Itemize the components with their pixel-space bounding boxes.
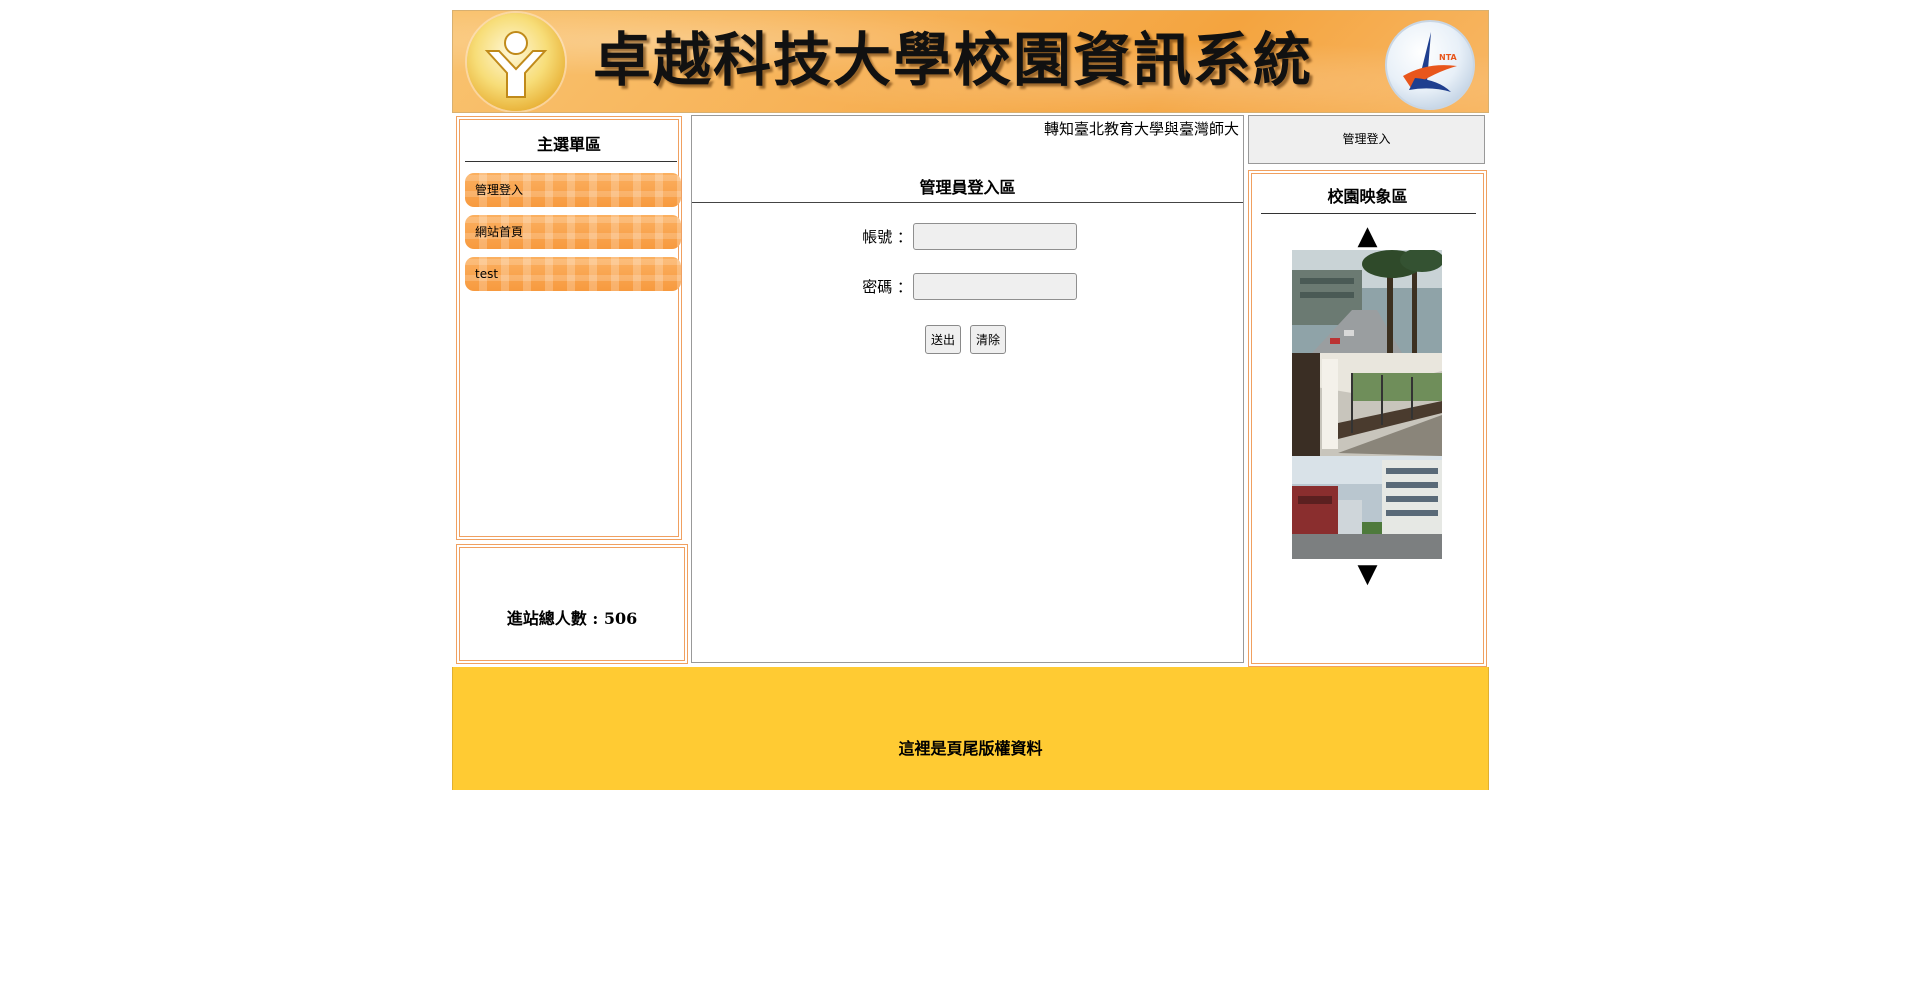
submit-button[interactable]: 送出 [925,325,962,354]
campus-gallery-title: 校園映象區 [1327,187,1408,206]
school-emblem-glyph [484,31,548,98]
content-area: 轉知臺北教育大學與臺灣師大 管理員登入區 帳號 ： 密碼 ： 送出 清除 [691,115,1244,663]
campus-gallery-panel: 校園映象區 ▲ ▼ [1248,170,1487,667]
scroll-down-arrow-icon[interactable]: ▼ [1249,561,1486,587]
admin-login-button[interactable]: 管理登入 [1248,115,1485,164]
clear-button[interactable]: 清除 [970,325,1007,354]
footer-copyright-text: 這裡是頁尾版權資料 [898,739,1043,758]
login-section-divider [692,202,1243,203]
menu-item-home[interactable]: 網站首頁 [465,215,681,249]
campus-road-photo [1292,250,1442,353]
main-menu-panel: 主選單區 管理登入 網站首頁 test [456,116,682,540]
main-menu-divider [465,161,677,162]
site-title: 卓越科技大學校園資訊系統 [593,26,1314,94]
corridor-photo [1292,353,1442,456]
scroll-up-arrow-icon[interactable]: ▲ [1249,223,1486,249]
campus-building-photo [1292,456,1442,559]
visitor-count-text: 進站總人數 : 506 [506,609,638,628]
footer: 這裡是頁尾版權資料 [452,667,1489,790]
campus-gallery-divider [1261,213,1476,214]
menu-item-admin-login[interactable]: 管理登入 [465,173,681,207]
login-section-title: 管理員登入區 [919,178,1016,197]
partner-emblem-icon: NTA [1385,20,1475,110]
account-label: 帳號 ： [862,228,912,246]
password-label: 密碼 ： [862,278,912,296]
visitor-count-inner-frame [459,547,685,661]
news-marquee[interactable]: 轉知臺北教育大學與臺灣師大 [1044,118,1239,139]
page-container: 卓越科技大學校園資訊系統 NTA 主選單區 管理登入 網站首頁 test 進站總… [452,10,1489,790]
menu-item-test[interactable]: test [465,257,681,291]
main-menu-title: 主選單區 [536,135,601,154]
account-input[interactable] [913,223,1077,250]
header-banner: 卓越科技大學校園資訊系統 NTA [452,10,1489,113]
password-input[interactable] [913,273,1077,300]
visitor-count-panel: 進站總人數 : 506 [456,544,688,664]
partner-emblem-glyph: NTA [1403,32,1458,92]
school-emblem-icon [467,13,565,111]
svg-text:NTA: NTA [1439,53,1458,62]
